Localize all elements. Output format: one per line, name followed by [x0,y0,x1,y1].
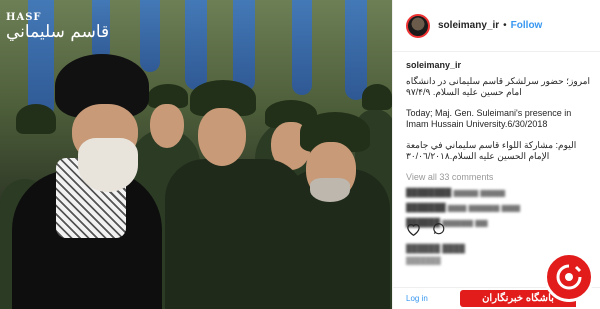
comment-text: ▆▆▆▆ ▆▆▆▆ [453,188,506,197]
comment-item: ████████ ▆▆▆▆ ▆▆▆▆ [406,188,590,198]
heart-icon[interactable] [406,222,421,236]
login-link[interactable]: Log in [406,294,428,303]
flag [345,0,367,100]
post-image[interactable]: HASF قاسم سليماني [0,0,392,309]
likes-count[interactable]: ██████ ████ [406,244,465,253]
caption: soleimany_ir امروز؛ حضور سرلشکر قاسم سلی… [393,52,600,228]
comment-username[interactable]: ████████ [406,188,451,197]
caption-english: Today; Maj. Gen. Suleimani's presence in… [406,107,572,130]
officer-cap [16,104,56,134]
comment-text: ▆▆▆▆▆ ▆▆ [442,218,488,227]
cleric-beard [78,138,138,192]
separator-dot: • [503,20,507,31]
flag [292,0,312,95]
caption-persian: امروز؛ حضور سرلشکر قاسم سلیمانی در دانشگ… [405,75,590,98]
flag [233,0,255,92]
comment-username[interactable]: ███████ [406,203,446,212]
post-date: ███████ [406,258,441,265]
logo-mark-icon [556,264,582,290]
officer-cap [362,84,392,110]
comment-icon[interactable] [431,222,446,236]
flag [140,0,160,72]
comment-text: ▆▆▆ ▆▆▆▆▆ ▆▆▆ [447,203,521,212]
flag [185,0,207,90]
watermark: HASF قاسم سليماني [6,12,109,41]
news-logo: باشگاه خبرنگاران [460,252,600,309]
post-actions [406,222,446,236]
post-header: soleimany_ir • Follow [393,0,600,52]
view-all-comments-link[interactable]: View all 33 comments [406,172,590,184]
avatar[interactable] [406,13,430,38]
caption-username[interactable]: soleimany_ir [406,60,590,72]
officer-beard [310,178,350,202]
officer-face [150,104,184,148]
comment-item: ███████ ▆▆▆ ▆▆▆▆▆ ▆▆▆ [406,203,590,213]
watermark-arabic: قاسم سليماني [6,22,110,42]
caption-arabic: اليوم: مشاركة اللواء قاسم سليماني في جام… [406,139,577,162]
header-username[interactable]: soleimany_ir [438,20,499,31]
logo-emblem [544,252,594,302]
officer-face [198,108,246,166]
follow-button[interactable]: Follow [511,20,543,31]
